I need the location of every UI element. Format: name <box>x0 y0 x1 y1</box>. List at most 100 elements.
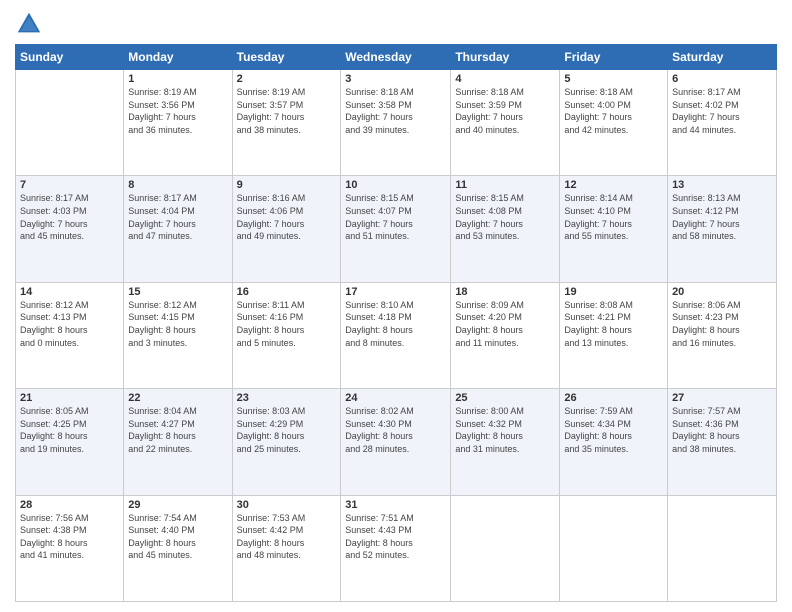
day-number: 31 <box>345 499 446 511</box>
day-info: Sunrise: 8:02 AM Sunset: 4:30 PM Dayligh… <box>345 405 446 455</box>
day-info: Sunrise: 8:06 AM Sunset: 4:23 PM Dayligh… <box>672 299 772 349</box>
header <box>15 10 777 38</box>
calendar-week-row: 1Sunrise: 8:19 AM Sunset: 3:56 PM Daylig… <box>16 70 777 176</box>
day-number: 19 <box>564 286 663 298</box>
day-info: Sunrise: 8:00 AM Sunset: 4:32 PM Dayligh… <box>455 405 555 455</box>
calendar-cell: 24Sunrise: 8:02 AM Sunset: 4:30 PM Dayli… <box>341 389 451 495</box>
day-number: 16 <box>237 286 337 298</box>
day-info: Sunrise: 8:19 AM Sunset: 3:56 PM Dayligh… <box>128 86 227 136</box>
calendar-cell: 17Sunrise: 8:10 AM Sunset: 4:18 PM Dayli… <box>341 282 451 388</box>
logo <box>15 10 47 38</box>
day-info: Sunrise: 8:03 AM Sunset: 4:29 PM Dayligh… <box>237 405 337 455</box>
calendar-week-row: 28Sunrise: 7:56 AM Sunset: 4:38 PM Dayli… <box>16 495 777 601</box>
day-info: Sunrise: 8:18 AM Sunset: 4:00 PM Dayligh… <box>564 86 663 136</box>
calendar-cell: 28Sunrise: 7:56 AM Sunset: 4:38 PM Dayli… <box>16 495 124 601</box>
calendar-header-friday: Friday <box>560 45 668 70</box>
day-number: 17 <box>345 286 446 298</box>
calendar-header-monday: Monday <box>124 45 232 70</box>
calendar-cell: 3Sunrise: 8:18 AM Sunset: 3:58 PM Daylig… <box>341 70 451 176</box>
day-info: Sunrise: 8:18 AM Sunset: 3:58 PM Dayligh… <box>345 86 446 136</box>
day-info: Sunrise: 8:16 AM Sunset: 4:06 PM Dayligh… <box>237 192 337 242</box>
day-info: Sunrise: 7:57 AM Sunset: 4:36 PM Dayligh… <box>672 405 772 455</box>
day-info: Sunrise: 8:12 AM Sunset: 4:13 PM Dayligh… <box>20 299 119 349</box>
day-info: Sunrise: 8:11 AM Sunset: 4:16 PM Dayligh… <box>237 299 337 349</box>
day-info: Sunrise: 7:54 AM Sunset: 4:40 PM Dayligh… <box>128 512 227 562</box>
calendar-cell: 13Sunrise: 8:13 AM Sunset: 4:12 PM Dayli… <box>668 176 777 282</box>
day-number: 28 <box>20 499 119 511</box>
calendar-cell: 14Sunrise: 8:12 AM Sunset: 4:13 PM Dayli… <box>16 282 124 388</box>
calendar-cell <box>16 70 124 176</box>
calendar-cell: 25Sunrise: 8:00 AM Sunset: 4:32 PM Dayli… <box>451 389 560 495</box>
day-number: 24 <box>345 392 446 404</box>
day-info: Sunrise: 8:12 AM Sunset: 4:15 PM Dayligh… <box>128 299 227 349</box>
calendar-header-saturday: Saturday <box>668 45 777 70</box>
day-info: Sunrise: 8:05 AM Sunset: 4:25 PM Dayligh… <box>20 405 119 455</box>
calendar-cell: 15Sunrise: 8:12 AM Sunset: 4:15 PM Dayli… <box>124 282 232 388</box>
day-number: 9 <box>237 179 337 191</box>
calendar-cell: 21Sunrise: 8:05 AM Sunset: 4:25 PM Dayli… <box>16 389 124 495</box>
day-number: 14 <box>20 286 119 298</box>
day-number: 4 <box>455 73 555 85</box>
calendar-cell: 23Sunrise: 8:03 AM Sunset: 4:29 PM Dayli… <box>232 389 341 495</box>
calendar-cell: 27Sunrise: 7:57 AM Sunset: 4:36 PM Dayli… <box>668 389 777 495</box>
calendar-cell: 4Sunrise: 8:18 AM Sunset: 3:59 PM Daylig… <box>451 70 560 176</box>
day-number: 6 <box>672 73 772 85</box>
day-info: Sunrise: 8:10 AM Sunset: 4:18 PM Dayligh… <box>345 299 446 349</box>
calendar-cell: 29Sunrise: 7:54 AM Sunset: 4:40 PM Dayli… <box>124 495 232 601</box>
day-number: 26 <box>564 392 663 404</box>
day-number: 12 <box>564 179 663 191</box>
day-info: Sunrise: 8:18 AM Sunset: 3:59 PM Dayligh… <box>455 86 555 136</box>
day-number: 30 <box>237 499 337 511</box>
calendar-cell: 20Sunrise: 8:06 AM Sunset: 4:23 PM Dayli… <box>668 282 777 388</box>
calendar-week-row: 7Sunrise: 8:17 AM Sunset: 4:03 PM Daylig… <box>16 176 777 282</box>
day-number: 5 <box>564 73 663 85</box>
logo-icon <box>15 10 43 38</box>
day-info: Sunrise: 8:14 AM Sunset: 4:10 PM Dayligh… <box>564 192 663 242</box>
calendar-cell: 31Sunrise: 7:51 AM Sunset: 4:43 PM Dayli… <box>341 495 451 601</box>
calendar-cell: 18Sunrise: 8:09 AM Sunset: 4:20 PM Dayli… <box>451 282 560 388</box>
day-number: 2 <box>237 73 337 85</box>
calendar-cell: 1Sunrise: 8:19 AM Sunset: 3:56 PM Daylig… <box>124 70 232 176</box>
day-info: Sunrise: 8:09 AM Sunset: 4:20 PM Dayligh… <box>455 299 555 349</box>
calendar-header-thursday: Thursday <box>451 45 560 70</box>
day-info: Sunrise: 8:15 AM Sunset: 4:07 PM Dayligh… <box>345 192 446 242</box>
calendar-cell: 9Sunrise: 8:16 AM Sunset: 4:06 PM Daylig… <box>232 176 341 282</box>
day-number: 22 <box>128 392 227 404</box>
day-number: 3 <box>345 73 446 85</box>
page: SundayMondayTuesdayWednesdayThursdayFrid… <box>0 0 792 612</box>
day-number: 18 <box>455 286 555 298</box>
day-info: Sunrise: 8:13 AM Sunset: 4:12 PM Dayligh… <box>672 192 772 242</box>
day-info: Sunrise: 8:04 AM Sunset: 4:27 PM Dayligh… <box>128 405 227 455</box>
calendar-header-sunday: Sunday <box>16 45 124 70</box>
calendar-header-wednesday: Wednesday <box>341 45 451 70</box>
day-number: 15 <box>128 286 227 298</box>
calendar-cell: 30Sunrise: 7:53 AM Sunset: 4:42 PM Dayli… <box>232 495 341 601</box>
calendar-cell: 8Sunrise: 8:17 AM Sunset: 4:04 PM Daylig… <box>124 176 232 282</box>
day-number: 11 <box>455 179 555 191</box>
day-info: Sunrise: 8:08 AM Sunset: 4:21 PM Dayligh… <box>564 299 663 349</box>
day-info: Sunrise: 7:53 AM Sunset: 4:42 PM Dayligh… <box>237 512 337 562</box>
calendar-cell <box>668 495 777 601</box>
calendar-cell: 12Sunrise: 8:14 AM Sunset: 4:10 PM Dayli… <box>560 176 668 282</box>
calendar-week-row: 14Sunrise: 8:12 AM Sunset: 4:13 PM Dayli… <box>16 282 777 388</box>
calendar-cell <box>451 495 560 601</box>
calendar-header-tuesday: Tuesday <box>232 45 341 70</box>
day-number: 20 <box>672 286 772 298</box>
day-number: 10 <box>345 179 446 191</box>
calendar-cell: 22Sunrise: 8:04 AM Sunset: 4:27 PM Dayli… <box>124 389 232 495</box>
day-number: 1 <box>128 73 227 85</box>
day-number: 13 <box>672 179 772 191</box>
day-info: Sunrise: 8:15 AM Sunset: 4:08 PM Dayligh… <box>455 192 555 242</box>
day-info: Sunrise: 8:17 AM Sunset: 4:04 PM Dayligh… <box>128 192 227 242</box>
day-number: 21 <box>20 392 119 404</box>
day-number: 27 <box>672 392 772 404</box>
calendar-week-row: 21Sunrise: 8:05 AM Sunset: 4:25 PM Dayli… <box>16 389 777 495</box>
calendar-cell: 26Sunrise: 7:59 AM Sunset: 4:34 PM Dayli… <box>560 389 668 495</box>
day-number: 29 <box>128 499 227 511</box>
day-number: 25 <box>455 392 555 404</box>
day-info: Sunrise: 7:59 AM Sunset: 4:34 PM Dayligh… <box>564 405 663 455</box>
day-info: Sunrise: 7:56 AM Sunset: 4:38 PM Dayligh… <box>20 512 119 562</box>
calendar-cell: 16Sunrise: 8:11 AM Sunset: 4:16 PM Dayli… <box>232 282 341 388</box>
day-number: 8 <box>128 179 227 191</box>
calendar-cell: 10Sunrise: 8:15 AM Sunset: 4:07 PM Dayli… <box>341 176 451 282</box>
